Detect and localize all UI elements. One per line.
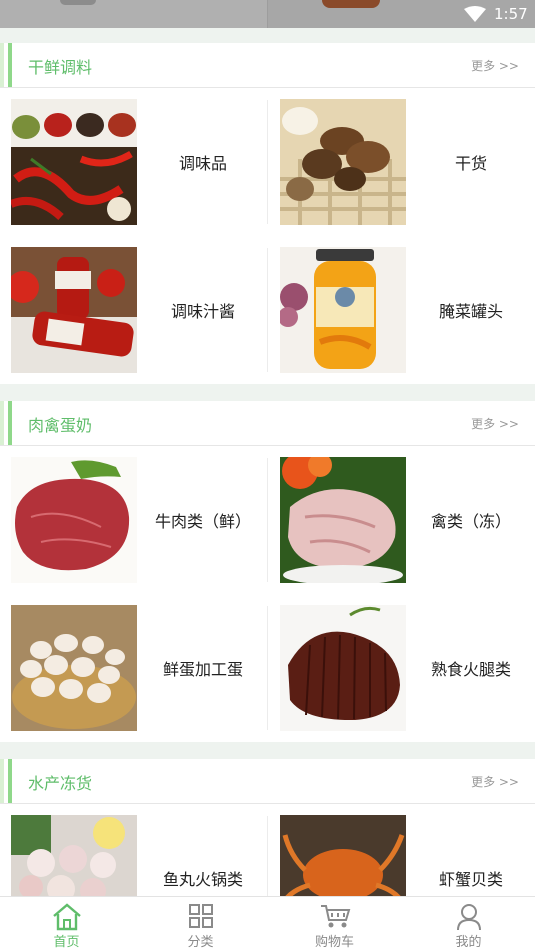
category-label: 鲜蛋加工蛋 xyxy=(162,660,243,679)
cooked-ham-image xyxy=(280,605,406,731)
category-item[interactable]: 调味品 xyxy=(0,88,267,236)
more-link[interactable]: 更多 >> xyxy=(471,773,519,790)
section-header: 水产冻货 更多 >> xyxy=(0,759,535,804)
section-dried-seasoning: 干鲜调料 更多 >> 调味品 干货 调味汁酱 腌菜罐头 xyxy=(0,43,535,384)
tab-label: 购物车 xyxy=(314,935,354,950)
scrolled-banner-left xyxy=(0,0,267,28)
canned-peach-image xyxy=(280,247,406,373)
section-title: 肉禽蛋奶 xyxy=(28,416,93,435)
frozen-poultry-image xyxy=(280,457,406,583)
category-label: 调味品 xyxy=(178,154,227,173)
category-item[interactable]: 调味汁酱 xyxy=(0,236,267,384)
category-item[interactable]: 牛肉类（鲜） xyxy=(0,446,267,594)
category-item[interactable]: 鱼丸火锅类 xyxy=(0,804,267,896)
sauce-bottles-image xyxy=(11,247,137,373)
section-seafood-frozen: 水产冻货 更多 >> 鱼丸火锅类 虾蟹贝类 xyxy=(0,759,535,896)
banner-image-edge xyxy=(60,0,96,5)
tab-label: 我的 xyxy=(455,935,482,950)
section-header: 干鲜调料 更多 >> xyxy=(0,43,535,88)
section-header: 肉禽蛋奶 更多 >> xyxy=(0,401,535,446)
banner-divider xyxy=(267,0,268,28)
grid-icon xyxy=(188,903,214,933)
dried-mushroom-image xyxy=(280,99,406,225)
status-bar: 1:57 xyxy=(0,0,535,28)
tab-home[interactable]: 首页 xyxy=(0,897,133,952)
category-label: 腌菜罐头 xyxy=(438,302,503,321)
category-grid: 牛肉类（鲜） 禽类（冻） 鲜蛋加工蛋 熟食火腿类 xyxy=(0,446,535,742)
category-label: 干货 xyxy=(454,154,487,173)
section-title: 水产冻货 xyxy=(28,774,93,793)
category-item[interactable]: 干货 xyxy=(268,88,535,236)
category-label: 虾蟹贝类 xyxy=(438,870,503,889)
spices-image xyxy=(11,99,137,225)
category-grid: 调味品 干货 调味汁酱 腌菜罐头 xyxy=(0,88,535,384)
banner-image-edge-right xyxy=(322,0,380,8)
section-meat-poultry: 肉禽蛋奶 更多 >> 牛肉类（鲜） 禽类（冻） 鲜蛋加工蛋 熟食火腿类 xyxy=(0,401,535,742)
category-label: 鱼丸火锅类 xyxy=(162,870,243,889)
section-accent-bar xyxy=(0,759,12,803)
more-link[interactable]: 更多 >> xyxy=(471,415,519,432)
eggs-basket-image xyxy=(11,605,137,731)
category-label: 禽类（冻） xyxy=(430,512,511,531)
section-accent-bar xyxy=(0,401,12,445)
more-link[interactable]: 更多 >> xyxy=(471,57,519,74)
cart-icon xyxy=(319,903,351,933)
tab-cart[interactable]: 购物车 xyxy=(268,897,401,952)
wifi-icon xyxy=(464,6,486,26)
category-label: 调味汁酱 xyxy=(170,302,235,321)
category-label: 牛肉类（鲜） xyxy=(154,512,251,531)
crab-image xyxy=(280,815,406,896)
section-accent-bar xyxy=(0,43,12,87)
category-grid: 鱼丸火锅类 虾蟹贝类 xyxy=(0,804,535,896)
tab-category[interactable]: 分类 xyxy=(134,897,267,952)
category-item[interactable]: 虾蟹贝类 xyxy=(268,804,535,896)
category-item[interactable]: 熟食火腿类 xyxy=(268,594,535,742)
tab-profile[interactable]: 我的 xyxy=(402,897,535,952)
section-title: 干鲜调料 xyxy=(28,58,93,77)
bottom-tab-bar: 首页 分类 购物车 我的 xyxy=(0,896,535,952)
tab-label: 分类 xyxy=(187,935,214,950)
category-item[interactable]: 鲜蛋加工蛋 xyxy=(0,594,267,742)
tab-label: 首页 xyxy=(53,935,80,950)
fish-balls-image xyxy=(11,815,137,896)
category-item[interactable]: 禽类（冻） xyxy=(268,446,535,594)
status-time: 1:57 xyxy=(494,5,528,23)
category-label: 熟食火腿类 xyxy=(430,660,511,679)
category-item[interactable]: 腌菜罐头 xyxy=(268,236,535,384)
beef-image xyxy=(11,457,137,583)
